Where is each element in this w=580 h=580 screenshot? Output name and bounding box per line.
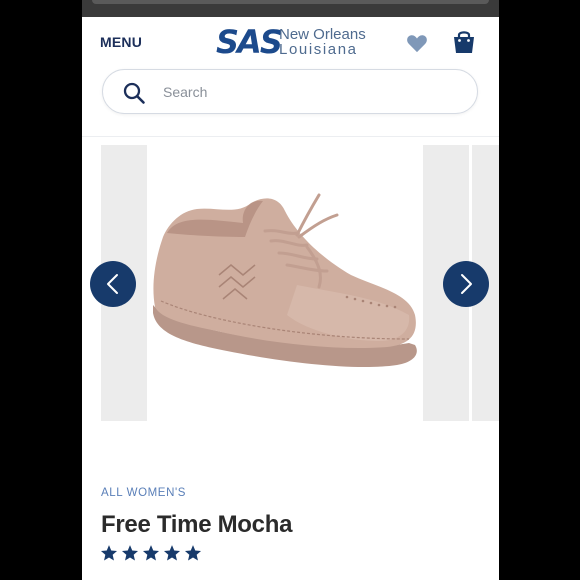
carousel-prev-button[interactable] (90, 261, 136, 307)
product-rating[interactable] (100, 544, 202, 562)
product-image-carousel (82, 145, 499, 421)
menu-button[interactable]: MENU (100, 34, 142, 50)
device-notch (92, 0, 489, 4)
star-icon (163, 545, 181, 561)
site-header: MENU SAS New Orleans Louisiana (82, 17, 499, 137)
product-main-image[interactable] (147, 145, 423, 421)
star-icon (184, 545, 202, 561)
shoe-photo (153, 193, 417, 368)
star-icon (142, 545, 160, 561)
logo-line-2: Louisiana (279, 41, 358, 58)
carousel-next-button[interactable] (443, 261, 489, 307)
product-category-link[interactable]: ALL WOMEN'S (101, 487, 186, 499)
search-icon[interactable] (122, 81, 146, 105)
search-input[interactable] (161, 78, 455, 106)
logo-mark: SAS (216, 23, 283, 61)
device-top-bar (82, 0, 499, 17)
product-title: Free Time Mocha (101, 511, 293, 538)
mobile-screen: MENU SAS New Orleans Louisiana Search AL… (82, 17, 499, 580)
star-icon (121, 545, 139, 561)
star-icon (100, 545, 118, 561)
logo-text: New Orleans Louisiana (279, 27, 369, 57)
chevron-left-icon (107, 274, 118, 294)
shopping-bag-icon[interactable] (451, 29, 477, 55)
heart-icon[interactable] (406, 33, 428, 53)
search-bar[interactable] (102, 69, 478, 114)
header-divider (82, 136, 499, 137)
chevron-right-icon (461, 274, 472, 294)
logo-line-1: New Orleans (279, 26, 366, 43)
